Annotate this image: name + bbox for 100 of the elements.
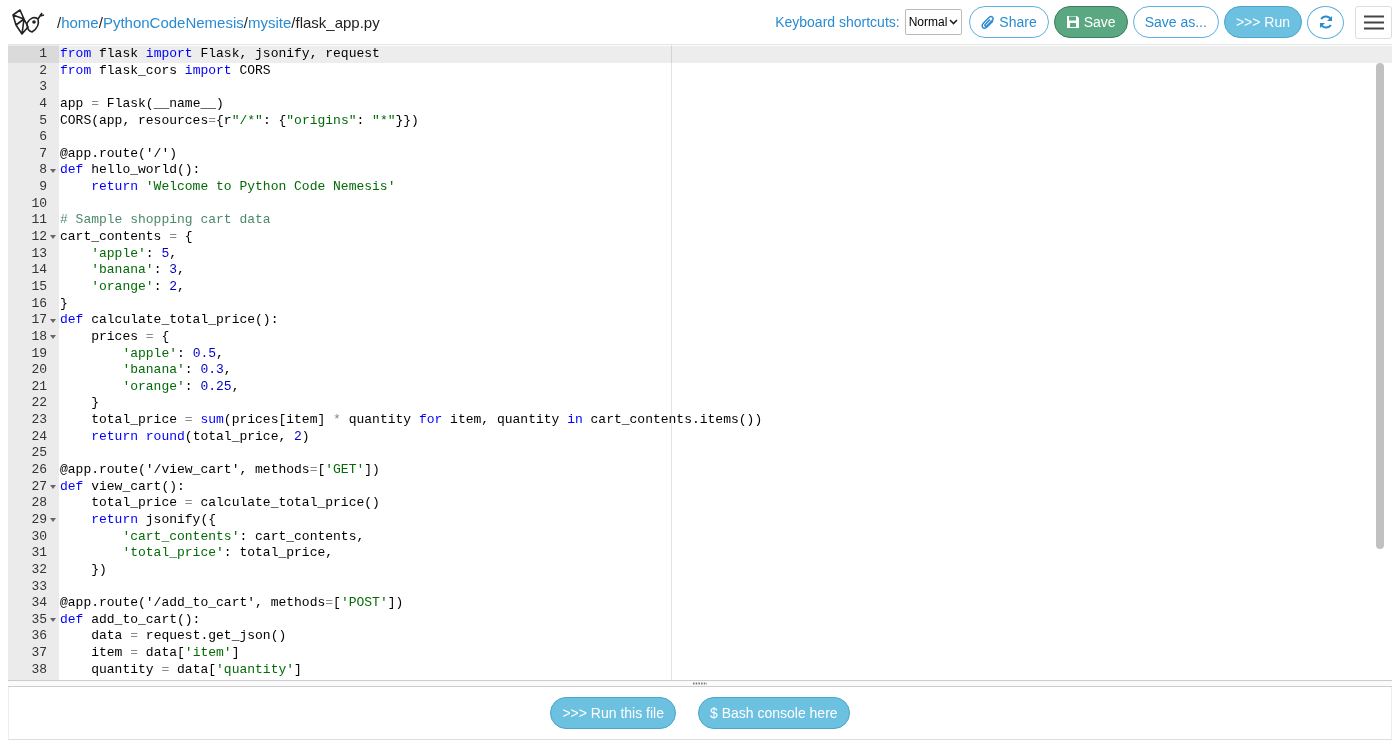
line-number: 1 <box>39 46 47 63</box>
run-button[interactable]: >>> Run <box>1223 6 1302 38</box>
code-line: } <box>60 295 68 311</box>
run-file-button[interactable]: >>> Run this file <box>550 697 676 729</box>
code-line: @app.route('/view_cart', methods=['GET']) <box>60 462 380 477</box>
code-line: from flask_cors import CORS <box>60 62 271 78</box>
scrollbar-thumb[interactable] <box>1376 63 1384 549</box>
refresh-button[interactable] <box>1307 5 1344 39</box>
line-number: 10 <box>31 195 47 213</box>
line-number: 31 <box>31 545 47 562</box>
line-number: 21 <box>31 378 47 396</box>
line-number: 38 <box>31 661 47 679</box>
path-link[interactable]: home <box>61 13 99 31</box>
line-number: 24 <box>31 428 47 446</box>
menu-icon <box>1363 14 1384 30</box>
line-number: 26 <box>31 462 47 479</box>
code-line: @app.route('/') <box>60 145 178 161</box>
code-line: 'banana': 3, <box>90 262 185 278</box>
keybinding-select[interactable]: Normal <box>904 9 963 35</box>
code-line: def hello_world(): <box>60 162 201 178</box>
code-line: total_price = sum(prices[item] * quantity for item, quantity in cart_contents.items()) <box>90 412 763 428</box>
line-number: 25 <box>31 445 47 463</box>
code-line: }) <box>90 561 107 577</box>
paperclip-icon <box>981 14 996 30</box>
line-number: 3 <box>39 79 47 96</box>
line-number: 34 <box>31 595 47 612</box>
path-separator: / <box>243 13 248 31</box>
line-number: 18 <box>31 328 47 346</box>
grip-icon <box>693 682 707 685</box>
code-line: 'total_price': total_price, <box>121 545 334 561</box>
fold-arrow-icon[interactable] <box>50 484 56 489</box>
splitter-handle[interactable] <box>8 680 1392 687</box>
line-number: 37 <box>31 645 47 662</box>
line-number: 4 <box>39 95 47 113</box>
refresh-icon <box>1317 14 1334 30</box>
line-number: 6 <box>39 129 47 146</box>
fold-arrow-icon[interactable] <box>50 318 56 323</box>
code-line: 'banana': 0.3, <box>121 362 232 378</box>
line-number: 8 <box>39 162 47 180</box>
code-line: cart_contents = { <box>60 229 193 245</box>
fold-arrow-icon[interactable] <box>50 518 56 523</box>
keyboard-shortcuts-label: Keyboard shortcuts: <box>775 14 900 30</box>
code-line: data = request.get_json() <box>90 628 287 644</box>
code-line: 'apple': 5, <box>90 245 178 261</box>
bash-console-button[interactable]: $ Bash console here <box>697 697 850 729</box>
line-number: 35 <box>31 611 47 629</box>
code-line: def calculate_total_price(): <box>60 312 279 328</box>
line-number: 5 <box>39 112 47 130</box>
fold-arrow-icon[interactable] <box>50 168 56 173</box>
code-line: return jsonify({ <box>90 511 217 527</box>
fold-arrow-icon[interactable] <box>50 618 56 623</box>
path-separator: / <box>57 13 62 31</box>
line-number: 22 <box>31 395 47 413</box>
code-line: from flask import Flask, jsonify, request <box>60 46 380 61</box>
chevron-down-icon <box>949 19 959 25</box>
save-as-button[interactable]: Save as... <box>1132 6 1219 38</box>
fold-arrow-icon[interactable] <box>50 235 56 240</box>
code-line: CORS(app, resources={r"/*": {"origins": "*"}}) <box>60 112 419 128</box>
code-line: def add_to_cart(): <box>60 611 201 627</box>
fold-arrow-icon[interactable] <box>50 335 56 340</box>
code-line: item = data['item'] <box>90 645 240 661</box>
code-line: total_price = calculate_total_price() <box>90 495 380 511</box>
line-number: 30 <box>31 528 47 546</box>
line-number: 2 <box>39 62 47 80</box>
line-number: 17 <box>31 312 47 329</box>
path-link[interactable]: PythonCodeNemesis <box>102 13 244 31</box>
share-button[interactable]: Share <box>969 6 1049 38</box>
code-line: prices = { <box>90 328 170 344</box>
line-number: 11 <box>31 212 47 230</box>
code-line: 'cart_contents': cart_contents, <box>121 528 365 544</box>
line-number: 19 <box>31 345 47 363</box>
line-number: 36 <box>31 628 47 646</box>
logo-drawing[interactable] <box>10 7 46 37</box>
save-button[interactable]: Save <box>1053 6 1128 38</box>
line-number: 28 <box>31 495 47 512</box>
line-number: 20 <box>31 362 47 379</box>
code-line: quantity = data['quantity'] <box>90 661 302 677</box>
line-number: 27 <box>31 478 47 496</box>
code-line: return round(total_price, 2) <box>90 428 310 444</box>
path-link[interactable]: mysite <box>247 13 292 31</box>
file-name: flask_app.py <box>295 13 380 31</box>
line-number: 7 <box>39 145 47 163</box>
code-line: @app.route('/add_to_cart', methods=['POST']) <box>60 595 404 611</box>
code-line: } <box>90 395 99 411</box>
code-line: def view_cart(): <box>60 478 185 494</box>
line-number: 15 <box>31 278 47 296</box>
path-separator: / <box>291 13 296 31</box>
line-number: 9 <box>39 179 47 196</box>
line-number: 29 <box>31 511 47 529</box>
line-number: 12 <box>31 229 47 246</box>
code-line: app = Flask(__name__) <box>60 95 224 111</box>
code-line: 'orange': 0.25, <box>121 378 240 394</box>
line-number: 33 <box>31 578 47 596</box>
line-number: 14 <box>31 262 47 279</box>
line-number: 32 <box>31 561 47 579</box>
line-number: 13 <box>31 245 47 263</box>
code-line: # Sample shopping cart data <box>60 212 271 228</box>
line-number: 16 <box>31 295 47 313</box>
code-line: 'apple': 0.5, <box>121 345 224 361</box>
menu-button[interactable] <box>1355 5 1392 39</box>
